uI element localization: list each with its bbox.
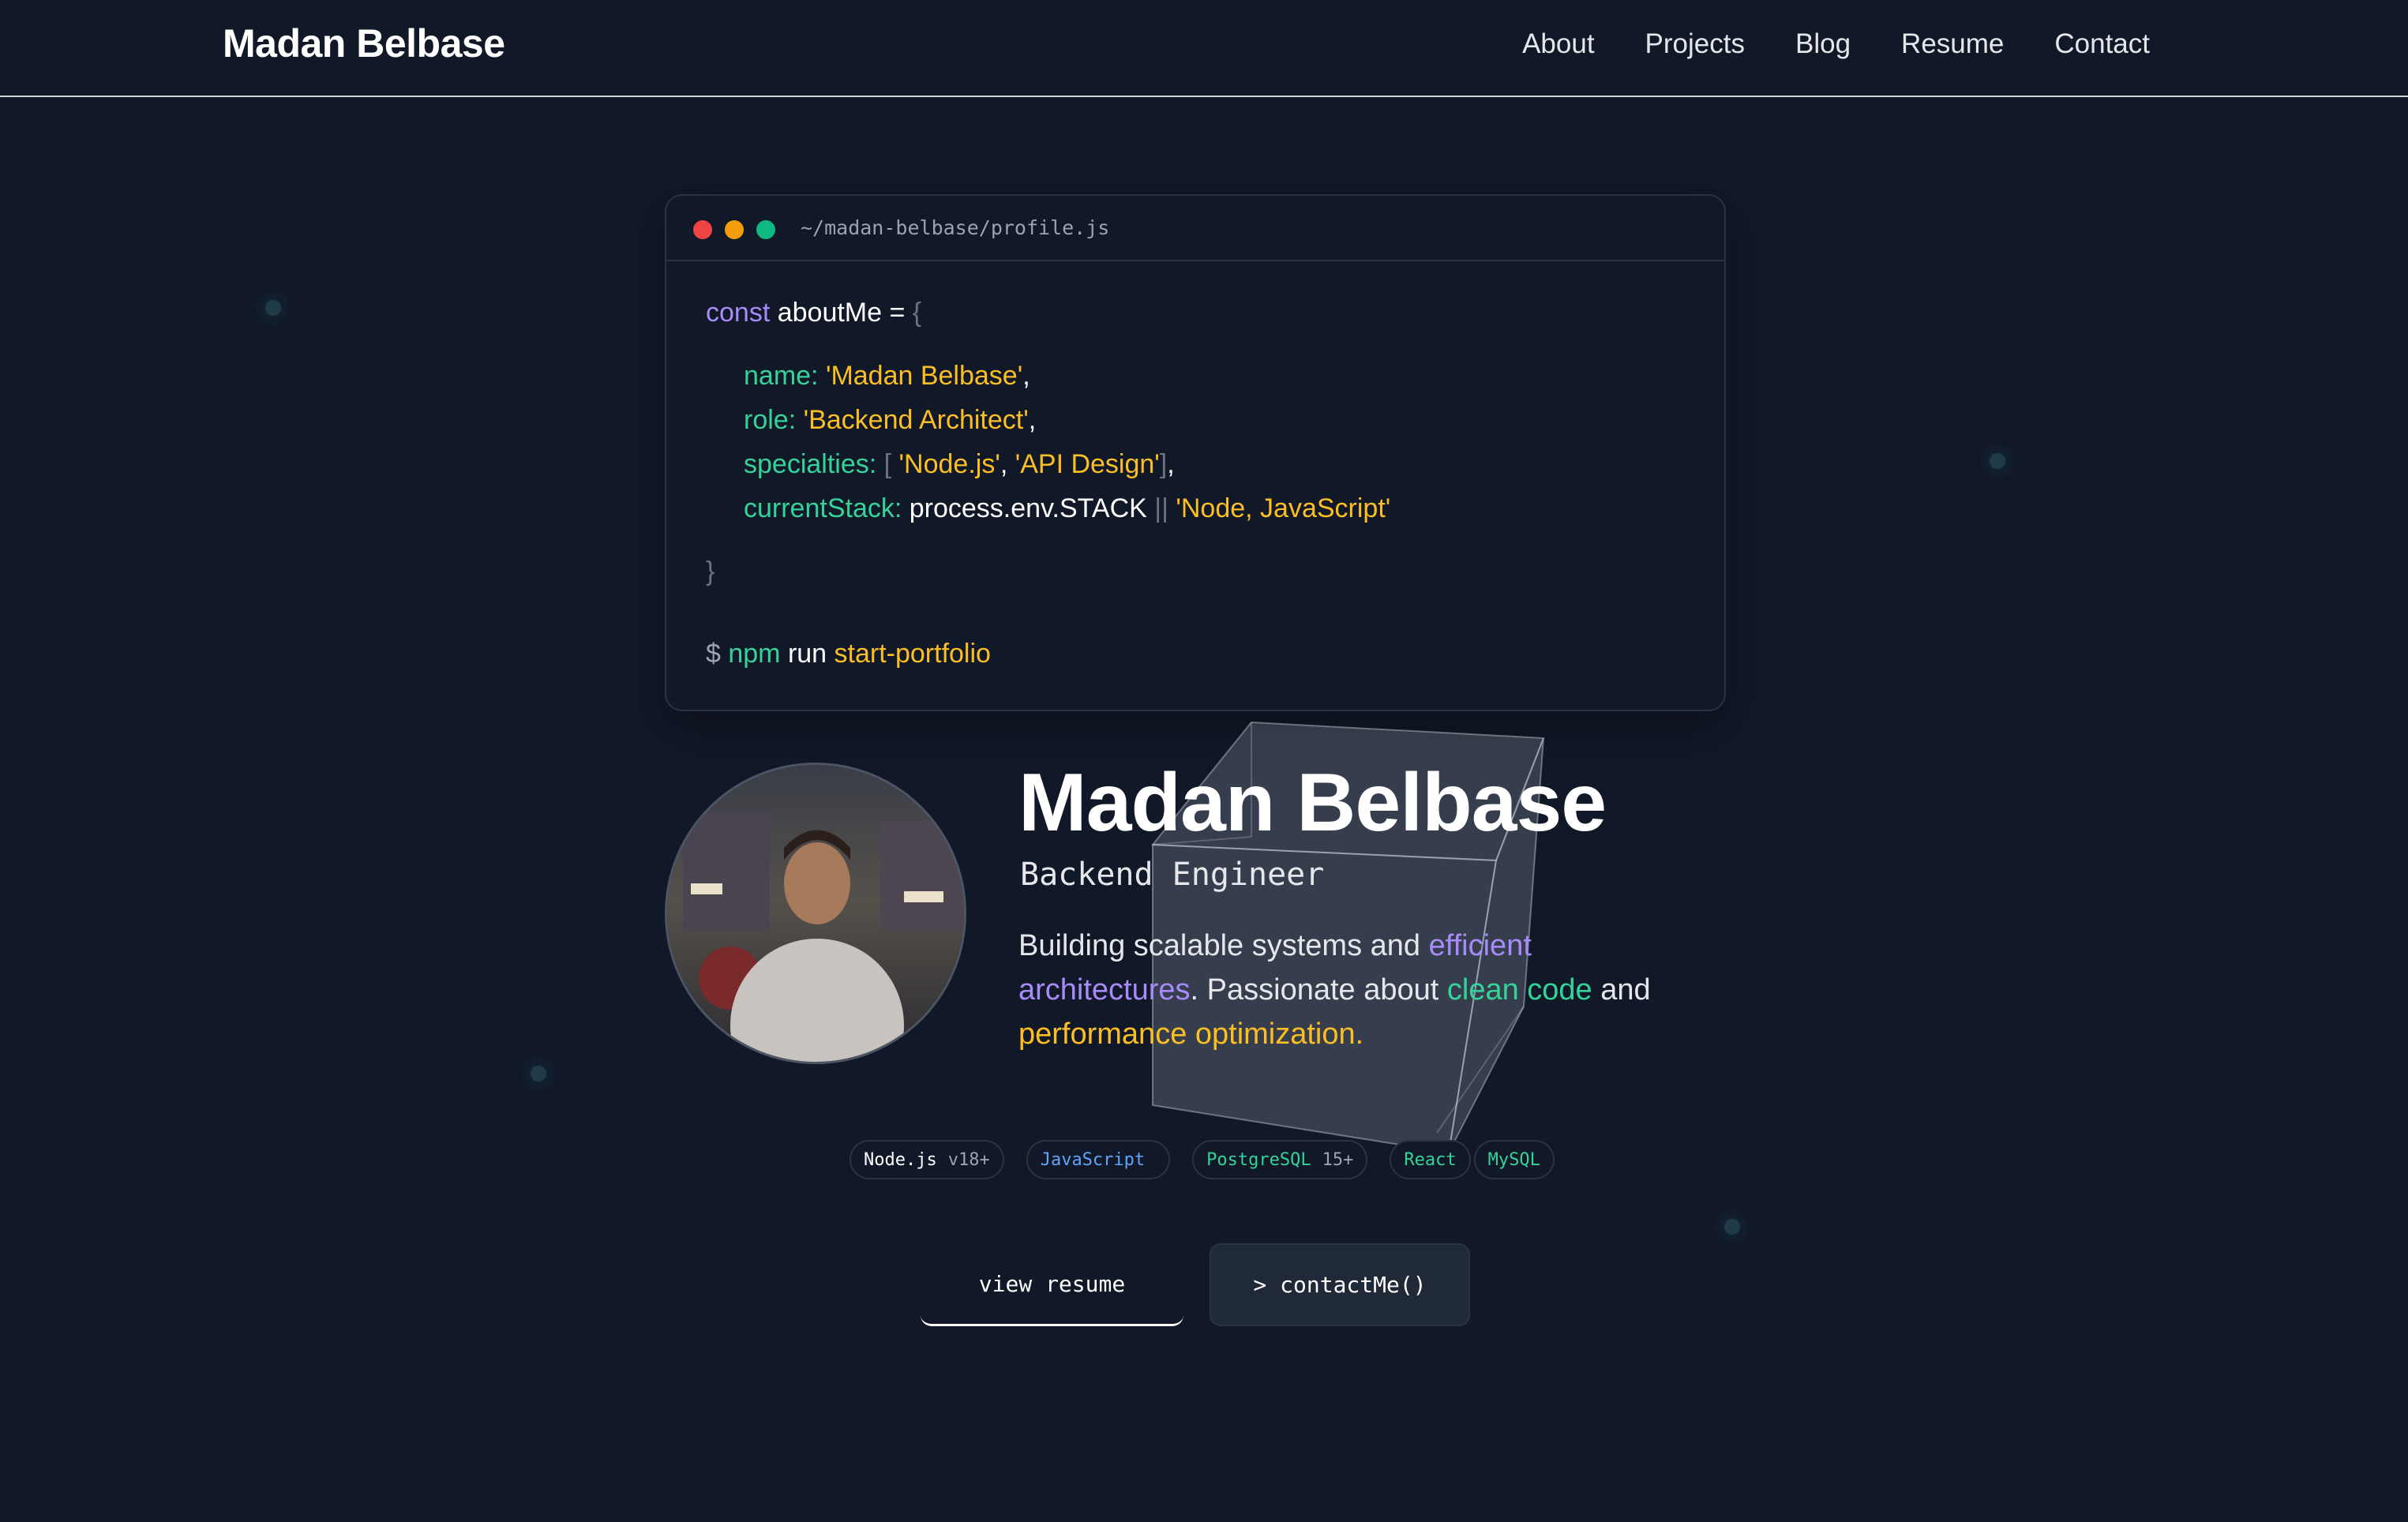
terminal-command: $ npm run start-portfolio	[706, 632, 1390, 676]
code-property: role:	[744, 405, 804, 435]
code-operator: =	[882, 298, 913, 328]
hero-name: Madan Belbase	[1018, 757, 1607, 849]
tag-react[interactable]: React	[1390, 1140, 1471, 1179]
code-string: 'API Design'	[1015, 449, 1160, 479]
terminal-run: run	[780, 639, 835, 669]
code-brace: }	[706, 557, 715, 587]
code-line-role: role: 'Backend Architect',	[744, 405, 1037, 435]
code-block: const aboutMe = { name: 'Madan Belbase',…	[706, 291, 1390, 676]
hero-role: Backend Engineer	[1020, 857, 1325, 893]
nav-blog[interactable]: Blog	[1795, 28, 1851, 60]
bio-highlight: performance optimization.	[1018, 1018, 1364, 1051]
code-string: 'Madan Belbase'	[825, 361, 1023, 391]
main-nav: About Projects Blog Resume Contact	[1522, 28, 2150, 60]
nav-resume[interactable]: Resume	[1901, 28, 2004, 60]
code-identifier: aboutMe	[777, 298, 883, 328]
code-window: ~/madan-belbase/profile.js const aboutMe…	[665, 194, 1726, 711]
bio-highlight: clean code	[1446, 973, 1592, 1007]
code-brace: {	[912, 298, 922, 328]
background-dot	[531, 1066, 546, 1082]
code-string: 'Backend Architect'	[803, 405, 1029, 435]
code-line-close: }	[706, 549, 1390, 594]
file-path: ~/madan-belbase/profile.js	[801, 216, 1110, 239]
code-property: name:	[744, 361, 826, 391]
tag-javascript[interactable]: JavaScript	[1026, 1140, 1171, 1179]
code-expression: process.env.STACK	[909, 493, 1147, 523]
code-property: specialties:	[744, 449, 884, 479]
minimize-dot-icon	[725, 220, 744, 239]
background-dot	[1724, 1219, 1740, 1235]
terminal-prompt: $	[706, 639, 729, 669]
hero-bio: Building scalable systems and efficient …	[1018, 929, 1651, 1051]
tag-mysql[interactable]: MySQL	[1473, 1140, 1555, 1179]
code-line-name: name: 'Madan Belbase',	[744, 361, 1030, 391]
code-string: 'Node.js'	[898, 449, 1000, 479]
code-window-titlebar: ~/madan-belbase/profile.js	[666, 196, 1724, 261]
close-dot-icon	[693, 220, 712, 239]
code-line-stack: currentStack: process.env.STACK || 'Node…	[706, 486, 1390, 530]
code-line-declaration: const aboutMe = {	[706, 291, 1390, 335]
terminal-script: start-portfolio	[834, 639, 991, 669]
tech-tags: Node.js v18+ JavaScript PostgreSQL 15+ Rea…	[850, 1140, 1555, 1179]
profile-avatar	[665, 763, 966, 1064]
background-dot	[265, 300, 281, 316]
site-header: Madan Belbase About Projects Blog Resume…	[0, 0, 2408, 97]
nav-contact[interactable]: Contact	[2054, 28, 2150, 60]
code-line-specialties: specialties: [ 'Node.js', 'API Design'],	[744, 449, 1175, 479]
background-dot	[1990, 453, 2005, 469]
view-resume-button[interactable]: view resume	[921, 1243, 1183, 1326]
maximize-dot-icon	[756, 220, 775, 239]
tag-nodejs[interactable]: Node.js v18+	[850, 1140, 1004, 1179]
terminal-npm: npm	[728, 639, 781, 669]
code-property: currentStack:	[744, 493, 910, 523]
code-keyword: const	[706, 298, 771, 328]
contact-me-button[interactable]: > contactMe()	[1210, 1243, 1470, 1326]
profile-photo	[667, 765, 964, 1062]
nav-projects[interactable]: Projects	[1645, 28, 1745, 60]
code-string: 'Node, JavaScript'	[1176, 493, 1391, 523]
brand-logo[interactable]: Madan Belbase	[223, 21, 505, 66]
nav-about[interactable]: About	[1522, 28, 1594, 60]
code-operator: ||	[1146, 493, 1176, 523]
tag-postgresql[interactable]: PostgreSQL 15+	[1192, 1140, 1368, 1179]
